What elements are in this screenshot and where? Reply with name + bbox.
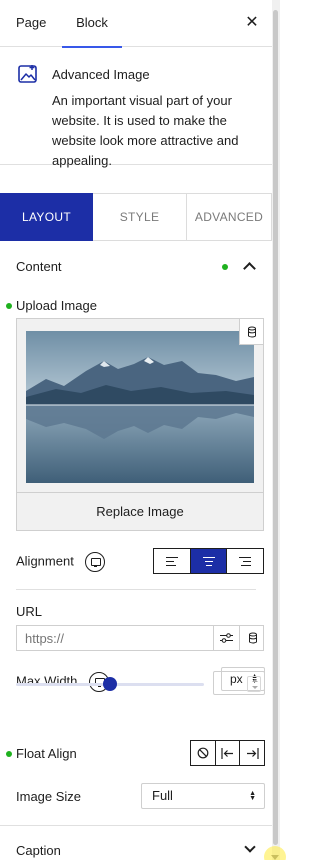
align-center-icon xyxy=(202,556,215,566)
block-description: An important visual part of your website… xyxy=(52,93,239,168)
dynamic-link-button[interactable] xyxy=(213,626,239,650)
modified-indicator-dot xyxy=(6,303,12,309)
sidebar-header: Page Block ✕ xyxy=(0,0,272,48)
number-spinner-icon[interactable] xyxy=(247,676,261,692)
caption-section-title: Caption xyxy=(16,843,61,858)
image-upload-box: Replace Image xyxy=(16,318,264,531)
tab-advanced[interactable]: ADVANCED xyxy=(187,193,272,241)
trash-icon xyxy=(247,326,256,337)
content-section-header[interactable]: Content xyxy=(16,253,256,281)
float-align-button-group xyxy=(190,740,265,766)
url-database-button[interactable] xyxy=(239,626,265,650)
block-card: Advanced Image An important visual part … xyxy=(0,47,272,168)
upload-image-label: Upload Image xyxy=(16,298,97,313)
max-width-number-input[interactable] xyxy=(213,671,265,695)
select-arrows-icon: ▲ ▼ xyxy=(249,790,256,802)
block-settings-panel: Page Block ✕ Advanced Image An important… xyxy=(0,0,272,860)
slider-thumb[interactable] xyxy=(103,677,117,691)
float-left-button[interactable] xyxy=(216,741,241,765)
tab-layout[interactable]: LAYOUT xyxy=(0,193,93,241)
float-right-button[interactable] xyxy=(240,741,264,765)
url-input[interactable] xyxy=(17,626,213,650)
divider xyxy=(16,589,256,590)
block-title: Advanced Image xyxy=(52,67,150,82)
align-right-icon xyxy=(239,556,252,566)
chevron-down-icon[interactable] xyxy=(244,841,256,853)
replace-image-button[interactable]: Replace Image xyxy=(17,492,263,530)
url-field-wrap xyxy=(16,625,264,651)
alignment-label: Alignment xyxy=(16,553,74,569)
caption-section-header[interactable]: Caption xyxy=(0,825,272,860)
tab-style[interactable]: STYLE xyxy=(93,193,187,241)
max-width-label: Max Width xyxy=(16,673,78,689)
scrollbar[interactable] xyxy=(264,0,286,860)
modified-indicator-dot xyxy=(6,751,12,757)
settings-subtabs: LAYOUT STYLE ADVANCED xyxy=(0,193,272,241)
tab-block[interactable]: Block xyxy=(62,0,122,48)
image-icon xyxy=(18,65,37,83)
url-label: URL xyxy=(16,604,43,619)
sliders-icon xyxy=(220,633,233,643)
align-center-button[interactable] xyxy=(190,549,228,573)
scrollbar-thumb[interactable] xyxy=(273,10,278,845)
tab-page[interactable]: Page xyxy=(16,0,46,47)
max-width-slider[interactable] xyxy=(16,677,204,691)
arrow-to-right-icon xyxy=(246,747,259,759)
upload-image-label-wrap: Upload Image xyxy=(6,298,97,313)
content-section-title: Content xyxy=(16,259,62,274)
alignment-button-group xyxy=(153,548,264,574)
no-float-icon xyxy=(197,747,209,759)
chevron-up-icon[interactable] xyxy=(243,262,256,275)
database-icon xyxy=(248,632,257,644)
align-left-icon xyxy=(165,556,178,566)
arrow-to-left-icon xyxy=(221,747,233,759)
float-none-button[interactable] xyxy=(191,741,216,765)
close-icon[interactable]: ✕ xyxy=(242,13,262,33)
align-left-button[interactable] xyxy=(154,549,191,573)
delete-image-button[interactable] xyxy=(239,319,263,345)
lake-mountain-photo xyxy=(26,331,254,483)
modified-indicator-dot xyxy=(222,264,228,270)
image-size-value: Full xyxy=(152,788,173,803)
responsive-device-icon[interactable] xyxy=(85,552,106,572)
image-size-select[interactable]: Full ▲ ▼ xyxy=(141,783,265,809)
float-align-label: Float Align xyxy=(16,746,77,761)
image-preview xyxy=(26,331,254,483)
align-right-button[interactable] xyxy=(227,549,263,573)
